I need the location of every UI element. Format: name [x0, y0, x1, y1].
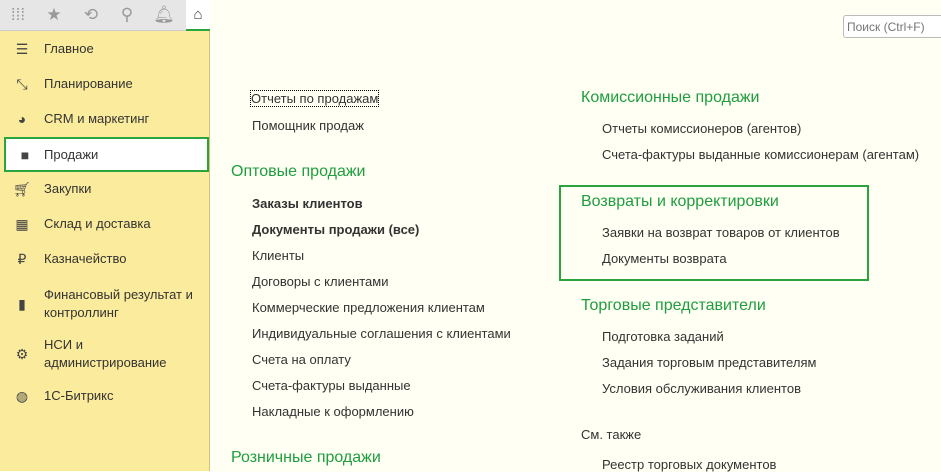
- link-contracts[interactable]: Договоры с клиентами: [252, 274, 388, 289]
- link-rep-tasks[interactable]: Задания торговым представителям: [602, 355, 816, 370]
- link-trade-docs-registry[interactable]: Реестр торговых документов: [602, 457, 776, 472]
- link-return-documents[interactable]: Документы возврата: [602, 251, 727, 266]
- search-icon[interactable]: ⚲: [112, 0, 142, 30]
- bar-chart-icon: ▮: [18, 295, 26, 312]
- sidebar-item-purchases[interactable]: 🛒︎ Закупки: [0, 179, 210, 199]
- sidebar-item-warehouse[interactable]: ▦ Склад и доставка: [0, 214, 210, 234]
- link-invoices[interactable]: Счета на оплату: [252, 352, 351, 367]
- warehouse-icon: ▦: [15, 215, 29, 232]
- gear-icon: ⚙: [15, 345, 29, 362]
- planning-icon: ⤡: [16, 75, 28, 92]
- link-service-conditions[interactable]: Условия обслуживания клиентов: [602, 381, 801, 396]
- cart-icon: 🛒︎: [13, 180, 31, 197]
- link-agreements[interactable]: Индивидуальные соглашения с клиентами: [252, 326, 511, 341]
- see-also-title: См. также: [581, 427, 642, 442]
- link-customer-orders[interactable]: Заказы клиентов: [252, 196, 363, 211]
- section-retail-title: Розничные продажи: [231, 449, 381, 466]
- sidebar-item-bitrix[interactable]: ◍ 1С-Битрикс: [0, 386, 210, 406]
- apps-grid-icon[interactable]: ⁞⁞⁞: [3, 0, 33, 30]
- section-commission-title: Комиссионные продажи: [581, 89, 760, 106]
- pie-chart-icon: ◕: [17, 111, 27, 127]
- link-return-requests[interactable]: Заявки на возврат товаров от клиентов: [602, 225, 840, 240]
- section-wholesale-title: Оптовые продажи: [231, 163, 366, 180]
- sidebar-item-finance[interactable]: ▮ Финансовый результат и контроллинг: [0, 285, 210, 323]
- search-input[interactable]: [843, 15, 941, 38]
- link-prepare-tasks[interactable]: Подготовка заданий: [602, 329, 724, 344]
- link-sales-reports[interactable]: Отчеты по продажам: [249, 90, 380, 107]
- link-tax-invoices[interactable]: Счета-фактуры выданные: [252, 378, 411, 393]
- link-clients[interactable]: Клиенты: [252, 248, 304, 263]
- link-commission-invoices[interactable]: Счета-фактуры выданные комиссионерам (аг…: [602, 147, 919, 162]
- bitrix-icon: ◍: [15, 387, 29, 404]
- star-icon[interactable]: ★: [39, 0, 69, 30]
- sidebar-item-crm[interactable]: ◕ CRM и маркетинг: [0, 109, 210, 129]
- top-toolbar: ⁞⁞⁞ ★ ⟲ ⚲ 🔔︎ ⌂: [0, 0, 210, 31]
- ruble-icon: ₽: [17, 250, 27, 267]
- section-reps-title: Торговые представители: [581, 297, 766, 314]
- menu-icon: ☰: [15, 40, 29, 57]
- bag-icon: ■: [20, 146, 30, 163]
- sidebar: ☰ Главное ⤡ Планирование ◕ CRM и маркетинг …: [0, 31, 210, 471]
- sidebar-item-sales[interactable]: ■ Продажи: [4, 137, 209, 172]
- history-icon[interactable]: ⟲: [76, 0, 106, 30]
- link-commission-reports[interactable]: Отчеты комиссионеров (агентов): [602, 121, 801, 136]
- link-sales-documents[interactable]: Документы продажи (все): [252, 222, 419, 237]
- sidebar-item-planning[interactable]: ⤡ Планирование: [0, 74, 210, 94]
- sidebar-item-main[interactable]: ☰ Главное: [0, 39, 210, 59]
- link-waybills[interactable]: Накладные к оформлению: [252, 404, 414, 419]
- section-returns-title: Возвраты и корректировки: [581, 193, 779, 210]
- home-icon[interactable]: ⌂: [186, 0, 210, 31]
- bell-icon[interactable]: 🔔︎: [149, 0, 179, 30]
- sidebar-item-admin[interactable]: ⚙ НСИ и администрирование: [0, 335, 210, 373]
- link-sales-assistant[interactable]: Помощник продаж: [252, 118, 364, 133]
- sidebar-item-treasury[interactable]: ₽ Казначейство: [0, 249, 210, 269]
- link-offers[interactable]: Коммерческие предложения клиентам: [252, 300, 485, 315]
